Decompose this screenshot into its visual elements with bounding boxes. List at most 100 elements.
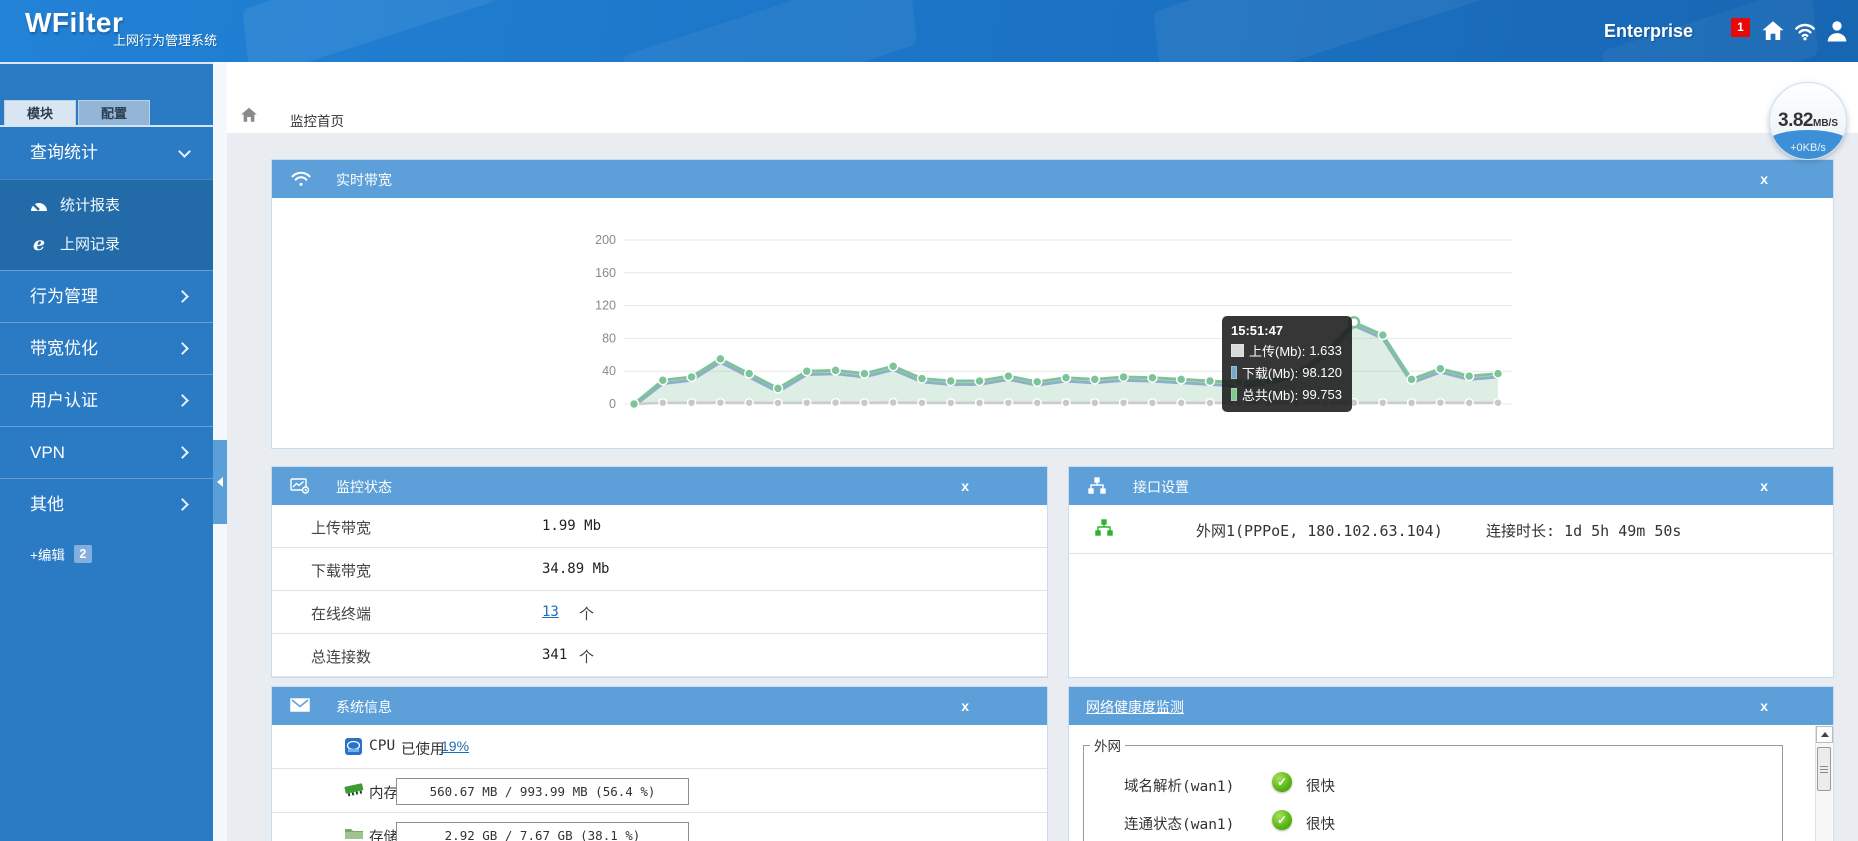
app-header: WFilter 上网行为管理系统 Enterprise 1 <box>0 0 1858 62</box>
row-label: 下载带宽 <box>311 560 371 581</box>
tooltip-value: 1.633 <box>1309 343 1342 358</box>
table-row: 下载带宽 34.89 Mb <box>272 548 1047 591</box>
app-logo-subtitle: 上网行为管理系统 <box>113 30 217 49</box>
tooltip-label: 下载(Mb): <box>1242 363 1298 382</box>
cpu-usage-link[interactable]: 19% <box>441 738 469 754</box>
online-terminals-link[interactable]: 13 <box>542 604 559 620</box>
tab-config[interactable]: 配置 <box>78 100 150 125</box>
speed-gauge[interactable]: 3.82MB/S +0KB/s <box>1769 82 1847 160</box>
sidebar-item-web-records[interactable]: e 上网记录 <box>0 225 213 264</box>
wan-network-icon <box>1094 519 1114 542</box>
interface-row: 外网1(PPPoE, 180.102.63.104) 连接时长: 1d 5h 4… <box>1069 505 1833 554</box>
check-label: 域名解析(wan1) <box>1124 775 1234 796</box>
tooltip-row: 下载(Mb): 98.120 <box>1231 363 1342 382</box>
sidebar-item-query-stats[interactable]: 查询统计 <box>0 127 213 179</box>
row-suffix: 个 <box>579 603 594 624</box>
panel-monitor-status: 监控状态 x 上传带宽 1.99 Mb 下载带宽 34.89 Mb 在线终端 1… <box>271 466 1048 678</box>
check-status: 很快 <box>1306 813 1335 834</box>
close-icon[interactable]: x <box>961 697 969 715</box>
gauge-unit: MB/S <box>1813 118 1838 129</box>
tab-modules[interactable]: 模块 <box>4 100 76 125</box>
sidebar-item-other[interactable]: 其他 <box>0 478 213 530</box>
close-icon[interactable]: x <box>1760 477 1768 495</box>
bandwidth-chart[interactable]: 04080120160200 15:51:47 上传(Mb): 1.633 下载… <box>272 198 1833 448</box>
user-icon[interactable] <box>1824 18 1850 44</box>
edit-label: +编辑 <box>30 544 65 564</box>
menu-label: 行为管理 <box>30 287 98 306</box>
health-row: 域名解析(wan1) ✓ 很快 <box>1084 769 1782 799</box>
sidebar-collapse-handle[interactable] <box>213 440 227 524</box>
row-suffix: 个 <box>579 646 594 667</box>
memory-usage-box: 560.67 MB / 993.99 MB (56.4 %) <box>396 778 689 805</box>
tooltip-row: 总共(Mb): 99.753 <box>1231 385 1342 404</box>
menu-label: 其他 <box>30 495 64 514</box>
panel-header: 实时带宽 x <box>272 160 1833 198</box>
sidebar-edit-button[interactable]: +编辑 2 <box>0 544 213 564</box>
svg-text:200: 200 <box>595 233 616 247</box>
scrollbar[interactable] <box>1815 726 1832 841</box>
check-ok-icon: ✓ <box>1272 810 1292 830</box>
table-row: 内存 560.67 MB / 993.99 MB (56.4 %) <box>272 769 1047 813</box>
close-icon[interactable]: x <box>961 477 969 495</box>
breadcrumb-label: 监控首页 <box>290 110 344 130</box>
wifi-icon <box>290 170 312 193</box>
panel-interface-settings: 接口设置 x 外网1(PPPoE, 180.102.63.104) 连接时长: … <box>1068 466 1834 678</box>
sidebar-item-stat-report[interactable]: 统计报表 <box>0 186 213 225</box>
scroll-up-button[interactable] <box>1816 726 1833 743</box>
row-label: 总连接数 <box>311 646 371 667</box>
table-row: 上传带宽 1.99 Mb <box>272 505 1047 548</box>
row-label: CPU <box>369 738 395 754</box>
header-decor <box>623 0 917 62</box>
sidebar-tabs: 模块 配置 <box>0 64 213 127</box>
sidebar-item-behavior[interactable]: 行为管理 <box>0 270 213 322</box>
upload-swatch <box>1231 344 1244 357</box>
header-decor <box>243 0 498 62</box>
panel-title: 接口设置 <box>1133 477 1189 497</box>
panel-header: 网络健康度监测 x <box>1069 687 1833 725</box>
wan-name: 外网1(PPPoE, 180.102.63.104) <box>1196 520 1443 541</box>
storage-icon <box>344 825 364 841</box>
app-logo: WFilter <box>25 7 123 39</box>
sidebar-menu: 查询统计 统计报表 e 上网记录 行为管理 带宽优化 用户认证 <box>0 127 213 564</box>
panel-header: 系统信息 x <box>272 687 1047 725</box>
row-label: 存储 <box>369 826 398 841</box>
health-title-link[interactable]: 网络健康度监测 <box>1086 697 1184 717</box>
group-label: 外网 <box>1090 735 1125 755</box>
envelope-icon <box>290 697 310 718</box>
cpu-used-label: 已使用 <box>401 738 445 759</box>
scrollbar-thumb[interactable] <box>1817 747 1831 791</box>
menu-label: VPN <box>30 443 65 462</box>
chevron-right-icon <box>176 290 189 303</box>
sidebar-item-vpn[interactable]: VPN <box>0 426 213 478</box>
menu-label: 上网记录 <box>60 225 120 264</box>
home-icon[interactable] <box>1760 18 1786 44</box>
breadcrumb-home-icon[interactable] <box>240 106 258 129</box>
wifi-icon[interactable] <box>1792 18 1818 44</box>
report-chart-icon <box>28 199 50 213</box>
svg-text:40: 40 <box>602 364 616 378</box>
chevron-right-icon <box>176 446 189 459</box>
wan-group: 外网 域名解析(wan1) ✓ 很快 连通状态(wan1) ✓ 很快 <box>1083 735 1783 841</box>
sidebar-item-auth[interactable]: 用户认证 <box>0 374 213 426</box>
svg-text:120: 120 <box>595 299 616 313</box>
table-row: 总连接数 341 个 <box>272 634 1047 677</box>
health-body: 外网 域名解析(wan1) ✓ 很快 连通状态(wan1) ✓ 很快 <box>1069 725 1833 841</box>
close-icon[interactable]: x <box>1760 170 1768 188</box>
close-icon[interactable]: x <box>1760 697 1768 715</box>
panel-title: 实时带宽 <box>336 170 392 190</box>
tooltip-label: 上传(Mb): <box>1249 341 1305 360</box>
sidebar-item-bandwidth[interactable]: 带宽优化 <box>0 322 213 374</box>
sidebar: 模块 配置 查询统计 统计报表 e 上网记录 行为管理 带宽优化 <box>0 62 213 841</box>
notification-badge[interactable]: 1 <box>1731 18 1750 37</box>
menu-label: 带宽优化 <box>30 339 98 358</box>
chart-tooltip: 15:51:47 上传(Mb): 1.633 下载(Mb): 98.120 总共… <box>1222 316 1352 412</box>
header-decor <box>1154 0 1487 62</box>
row-label: 在线终端 <box>311 603 371 624</box>
collapse-arrow-icon <box>217 477 223 487</box>
tooltip-value: 98.120 <box>1302 365 1342 380</box>
panel-title: 系统信息 <box>336 697 392 717</box>
check-ok-icon: ✓ <box>1272 772 1292 792</box>
edition-label: Enterprise <box>1604 21 1693 42</box>
chevron-right-icon <box>176 498 189 511</box>
gauge-value: 3.82MB/S <box>1770 110 1846 132</box>
